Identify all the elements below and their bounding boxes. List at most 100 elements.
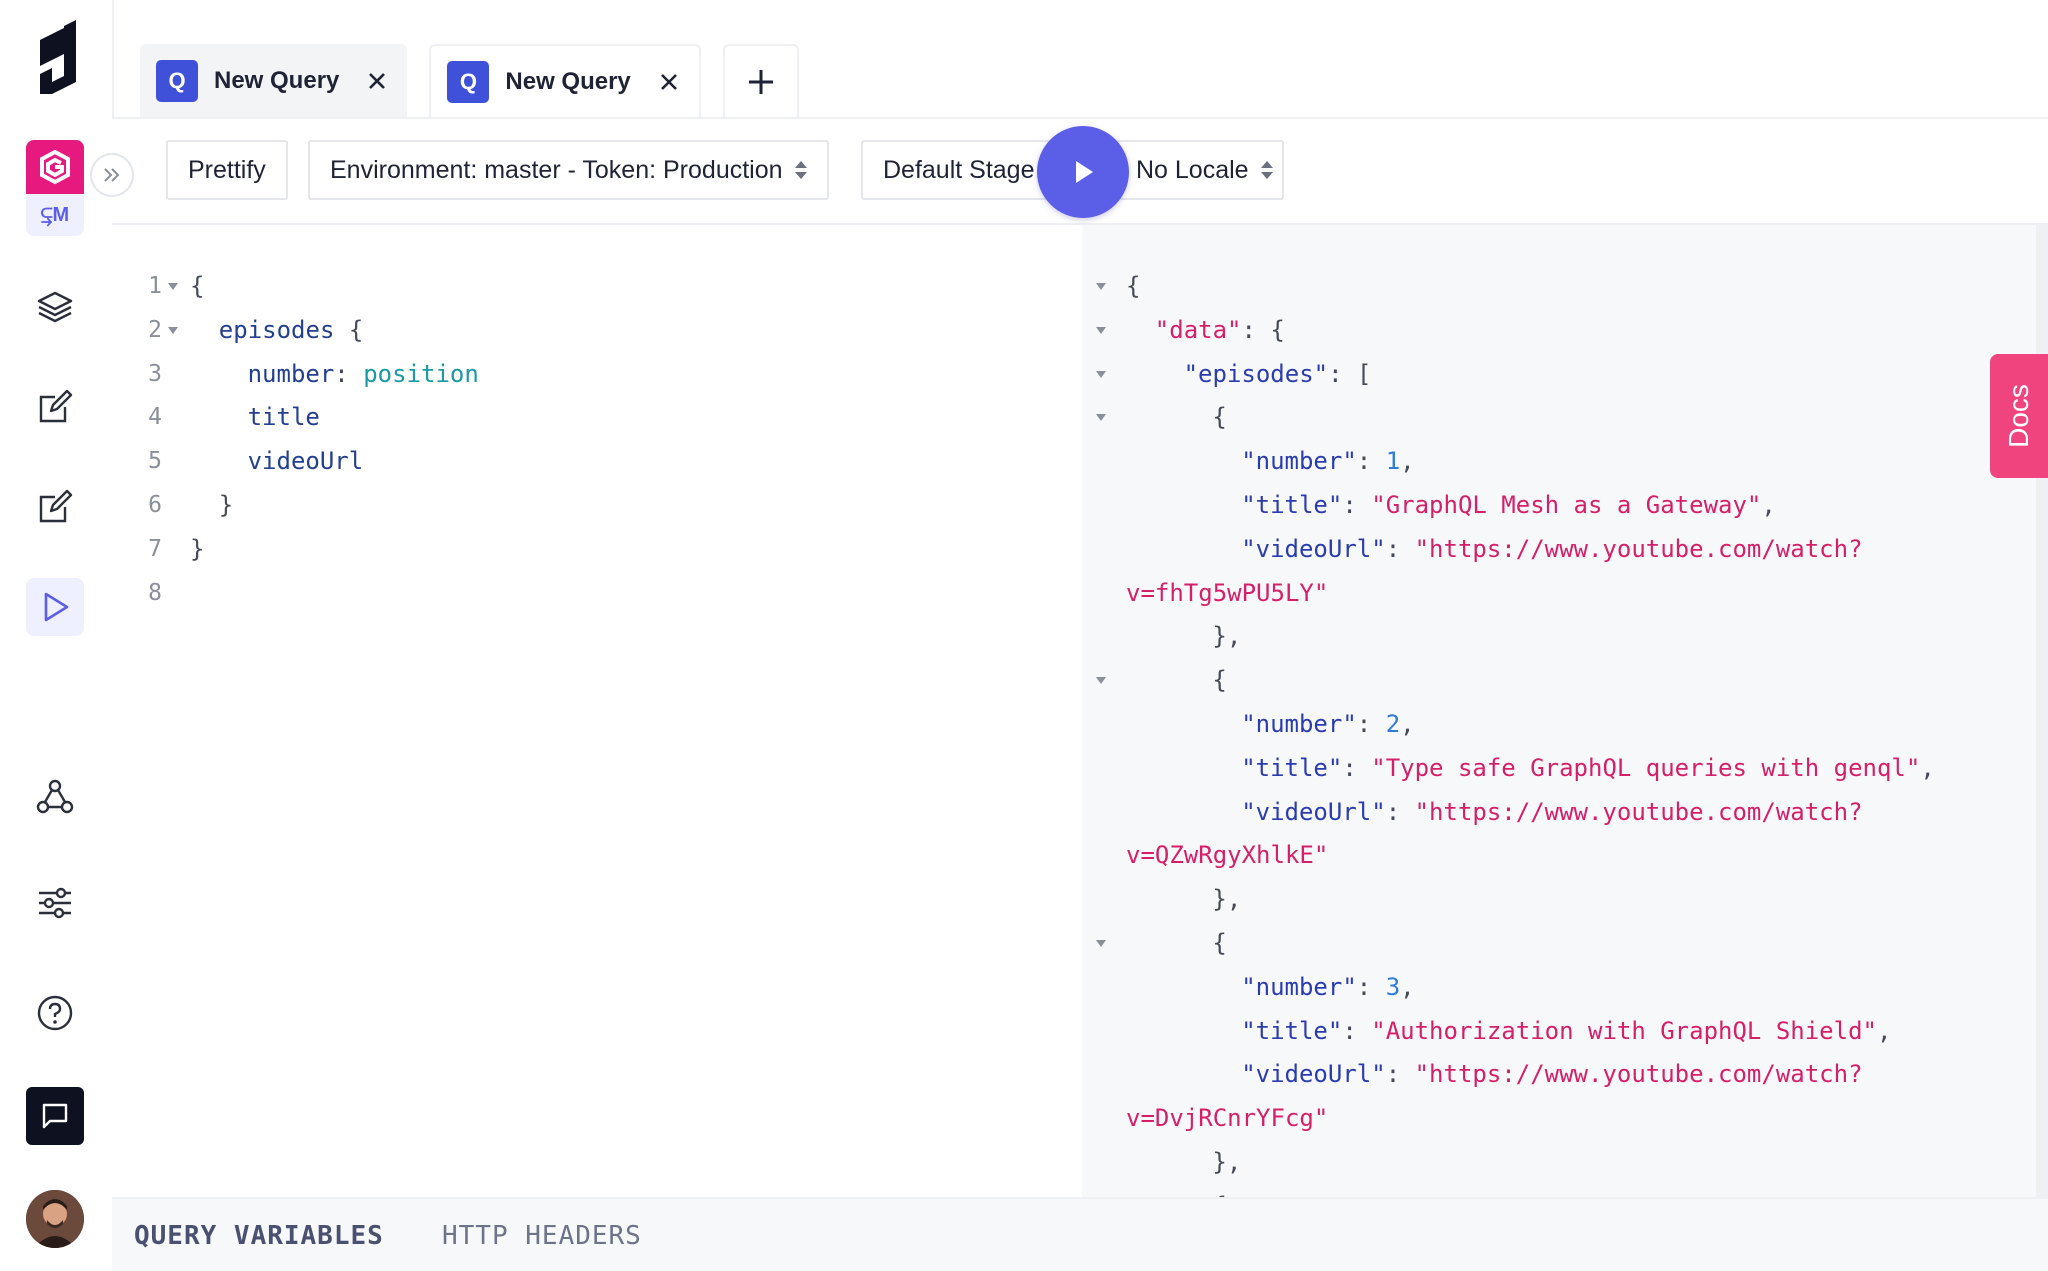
docs-button[interactable]: Docs: [1990, 354, 2048, 478]
code-line: "videoUrl": "https://www.youtube.com/wat…: [1241, 1052, 1862, 1096]
code-token: :: [1342, 753, 1372, 782]
code-token: },: [1212, 885, 1242, 914]
code-line: "episodes": [: [1184, 352, 1372, 396]
tab-query-variables[interactable]: QUERY VARIABLES: [134, 1221, 384, 1251]
user-avatar[interactable]: [26, 1190, 84, 1248]
code-line: "data": {: [1155, 308, 1285, 352]
code-token: 3: [1385, 972, 1401, 1001]
code-token: "https://www.youtube.com/watch?: [1414, 534, 1863, 563]
code-token: "number": [1241, 447, 1357, 476]
code-line: "videoUrl": "https://www.youtube.com/wat…: [1241, 790, 1862, 834]
rail-item-settings[interactable]: [26, 874, 84, 932]
chevron-double-right-icon: [104, 168, 120, 182]
help-icon: [37, 995, 73, 1031]
code-token: }: [218, 491, 234, 519]
code-line: v=DvjRCnrYFcg": [1126, 1096, 1328, 1140]
code-token: {: [334, 315, 364, 344]
fold-toggle-icon[interactable]: [1096, 921, 1106, 965]
tab-label: New Query: [214, 67, 340, 94]
code-token: },: [1212, 622, 1242, 651]
code-token: }: [190, 534, 205, 563]
code-token: :: [1385, 534, 1415, 563]
code-line: {: [1212, 658, 1226, 702]
code-token: :: [1342, 491, 1372, 519]
code-line: },: [1212, 877, 1241, 921]
project-switcher[interactable]: ⥹M: [26, 140, 84, 236]
code-line: "title": "Type safe GraphQL queries with…: [1241, 746, 1935, 790]
code-token: :: [1385, 1060, 1415, 1089]
chat-button[interactable]: [26, 1087, 84, 1145]
locale-select-label: No Locale: [1136, 155, 1249, 184]
code-token: ,: [1920, 753, 1935, 782]
fold-toggle-icon[interactable]: [1096, 658, 1106, 702]
query-badge: Q: [156, 60, 198, 102]
rail-item-webhooks[interactable]: [26, 768, 84, 826]
code-line: v=fhTg5wPU5LY": [1126, 571, 1328, 615]
result-viewer[interactable]: {"data": {"episodes": [{"number": 1, "tit…: [1082, 225, 2036, 1197]
stage-select-label: Default Stage: [883, 155, 1035, 184]
environment-select-label: Environment: master - Token: Production: [330, 155, 783, 184]
code-token: 1: [1385, 447, 1401, 476]
bottom-panel-bar: QUERY VARIABLES HTTP HEADERS: [112, 1197, 2048, 1271]
code-line: title: [248, 395, 320, 439]
rail-item-playground[interactable]: [26, 578, 84, 636]
select-caret-icon: [794, 160, 807, 180]
code-token: "title": [1241, 753, 1343, 782]
code-line: },: [1212, 1140, 1241, 1184]
code-token: :: [1356, 710, 1386, 738]
fold-toggle-icon[interactable]: [1096, 308, 1106, 352]
code-line: {: [190, 264, 204, 308]
code-token: "https://www.youtube.com/watch?: [1414, 797, 1863, 826]
hygraph-logo-icon[interactable]: [30, 18, 82, 94]
code-token: {: [1126, 272, 1141, 300]
run-query-button[interactable]: [1037, 126, 1129, 218]
code-token: : {: [1241, 315, 1285, 344]
fold-toggle-icon[interactable]: [1096, 352, 1106, 396]
select-caret-icon: [1260, 160, 1278, 180]
fold-toggle-icon[interactable]: [1096, 395, 1106, 439]
code-token: "Authorization with GraphQL Shield": [1371, 1016, 1877, 1045]
tab-http-headers[interactable]: HTTP HEADERS: [442, 1221, 642, 1251]
add-tab-button[interactable]: [722, 44, 799, 118]
code-line: }: [219, 483, 233, 527]
code-token: {: [1212, 666, 1227, 695]
code-line: }: [190, 527, 204, 571]
close-icon[interactable]: [367, 71, 387, 91]
sliders-icon: [39, 887, 71, 919]
expand-sidebar-button[interactable]: [90, 153, 134, 197]
close-icon[interactable]: [659, 72, 679, 92]
fold-toggle-icon[interactable]: [168, 264, 178, 308]
code-token: : [: [1328, 359, 1372, 388]
code-token: "title": [1241, 491, 1343, 519]
fold-toggle-icon[interactable]: [1096, 1184, 1106, 1197]
query-tab-2[interactable]: Q New Query: [429, 44, 701, 118]
tab-label: New Query: [505, 68, 631, 95]
prettify-button[interactable]: Prettify: [166, 140, 288, 200]
code-token: v=DvjRCnrYFcg": [1126, 1104, 1329, 1133]
code-token: "Type safe GraphQL queries with genql": [1371, 753, 1921, 782]
fold-toggle-icon[interactable]: [1096, 264, 1106, 308]
rail-item-content[interactable]: [26, 378, 84, 436]
fold-toggle-icon[interactable]: [168, 308, 178, 352]
code-token: position: [363, 359, 479, 388]
query-tab-1[interactable]: Q New Query: [140, 44, 408, 118]
code-token: "number": [1241, 972, 1357, 1001]
project-logo-icon: [26, 140, 84, 194]
code-token: "title": [1241, 1016, 1343, 1045]
play-outline-icon: [44, 592, 69, 622]
line-number: 4: [148, 404, 162, 431]
code-token: },: [1212, 1148, 1242, 1176]
code-line: episodes {: [219, 308, 364, 352]
query-editor[interactable]: 1{2 episodes {3 number: position 4 title 5 vid…: [112, 225, 1082, 1197]
code-token: :: [1356, 972, 1386, 1001]
code-line: v=QZwRgyXhlkE": [1126, 833, 1328, 877]
line-number: 3: [148, 360, 162, 387]
line-number: 2: [148, 316, 162, 343]
code-token: ,: [1400, 710, 1415, 738]
environment-select[interactable]: Environment: master - Token: Production: [308, 140, 829, 200]
rail-item-content-2[interactable]: [26, 478, 84, 536]
rail-item-help[interactable]: [26, 984, 84, 1042]
rail-item-schema[interactable]: [26, 278, 84, 336]
code-token: ,: [1400, 972, 1415, 1001]
locale-select[interactable]: No Locale: [1122, 140, 1284, 200]
